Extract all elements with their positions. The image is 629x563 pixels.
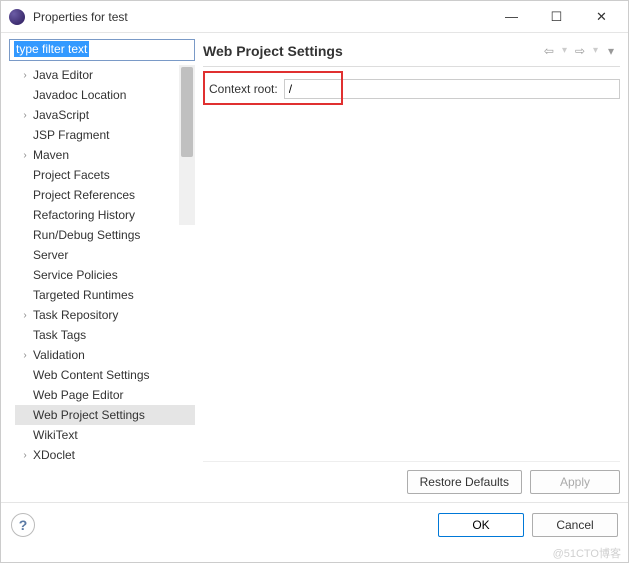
tree-item[interactable]: Service Policies <box>15 265 195 285</box>
tree-item-label: WikiText <box>33 428 78 442</box>
bottom-bar: ? OK Cancel <box>1 502 628 546</box>
form-area: Context root: <box>203 67 620 461</box>
tree-item[interactable]: JSP Fragment <box>15 125 195 145</box>
tree-item[interactable]: Refactoring History <box>15 205 195 225</box>
window-title: Properties for test <box>33 10 489 24</box>
tree-item-label: Server <box>33 248 68 262</box>
tree-item-label: Task Tags <box>33 328 86 342</box>
tree-item-label: Run/Debug Settings <box>33 228 140 242</box>
tree-item-label: Javadoc Location <box>33 88 126 102</box>
page-title: Web Project Settings <box>203 43 540 59</box>
close-button[interactable]: ✕ <box>579 2 624 32</box>
page-header: Web Project Settings ⇦ ▾ ⇨ ▾ ▾ <box>203 39 620 67</box>
tree-item-label: Refactoring History <box>33 208 135 222</box>
tree-item-label: Service Policies <box>33 268 118 282</box>
watermark: @51CTO博客 <box>553 545 621 561</box>
nav-icons: ⇦ ▾ ⇨ ▾ ▾ <box>540 42 620 60</box>
tree-item-label: Project References <box>33 188 135 202</box>
chevron-right-icon[interactable]: › <box>19 450 31 461</box>
nav-menu-icon[interactable]: ▾ <box>602 42 620 60</box>
app-icon <box>9 9 25 25</box>
ok-button[interactable]: OK <box>438 513 524 537</box>
tree-item-label: Targeted Runtimes <box>33 288 134 302</box>
content-area: type filter text ›Java EditorJavadoc Loc… <box>1 33 628 502</box>
context-root-input[interactable] <box>284 79 620 99</box>
tree-item[interactable]: ›Task Repository <box>15 305 195 325</box>
tree-container: ›Java EditorJavadoc Location›JavaScriptJ… <box>9 65 195 502</box>
right-pane: Web Project Settings ⇦ ▾ ⇨ ▾ ▾ Context r… <box>203 39 620 502</box>
left-pane: type filter text ›Java EditorJavadoc Loc… <box>9 39 195 502</box>
tree-item-label: Java Editor <box>33 68 93 82</box>
apply-button[interactable]: Apply <box>530 470 620 494</box>
tree-item[interactable]: Javadoc Location <box>15 85 195 105</box>
category-tree[interactable]: ›Java EditorJavadoc Location›JavaScriptJ… <box>9 65 195 502</box>
tree-item[interactable]: Targeted Runtimes <box>15 285 195 305</box>
nav-sep: ▾ <box>562 45 567 56</box>
tree-item[interactable]: Project References <box>15 185 195 205</box>
tree-item-label: Maven <box>33 148 69 162</box>
tree-item[interactable]: Web Content Settings <box>15 365 195 385</box>
tree-item-label: Validation <box>33 348 85 362</box>
filter-text: type filter text <box>14 41 89 57</box>
context-root-label: Context root: <box>209 82 278 96</box>
page-buttons: Restore Defaults Apply <box>203 461 620 502</box>
tree-item[interactable]: Run/Debug Settings <box>15 225 195 245</box>
window-controls: — ☐ ✕ <box>489 2 624 32</box>
tree-item[interactable]: ›Validation <box>15 345 195 365</box>
tree-item[interactable]: Server <box>15 245 195 265</box>
tree-item-label: JSP Fragment <box>33 128 109 142</box>
scrollbar[interactable] <box>179 65 195 225</box>
chevron-right-icon[interactable]: › <box>19 350 31 361</box>
titlebar: Properties for test — ☐ ✕ <box>1 1 628 33</box>
tree-item[interactable]: Project Facets <box>15 165 195 185</box>
tree-item[interactable]: ›Java Editor <box>15 65 195 85</box>
filter-input[interactable]: type filter text <box>9 39 195 61</box>
tree-item-label: Task Repository <box>33 308 118 322</box>
nav-forward-icon[interactable]: ⇨ <box>571 42 589 60</box>
minimize-button[interactable]: — <box>489 2 534 32</box>
tree-item-label: Web Page Editor <box>33 388 124 402</box>
cancel-button[interactable]: Cancel <box>532 513 618 537</box>
chevron-right-icon[interactable]: › <box>19 70 31 81</box>
chevron-right-icon[interactable]: › <box>19 110 31 121</box>
tree-item[interactable]: ›JavaScript <box>15 105 195 125</box>
tree-item-label: JavaScript <box>33 108 89 122</box>
tree-item[interactable]: ›Maven <box>15 145 195 165</box>
tree-item[interactable]: WikiText <box>15 425 195 445</box>
tree-item-label: Web Project Settings <box>33 408 145 422</box>
tree-item-label: Web Content Settings <box>33 368 150 382</box>
nav-sep2: ▾ <box>593 45 598 56</box>
tree-item[interactable]: Task Tags <box>15 325 195 345</box>
context-root-row: Context root: <box>203 75 620 103</box>
chevron-right-icon[interactable]: › <box>19 150 31 161</box>
scrollbar-thumb[interactable] <box>181 67 193 157</box>
tree-item-label: XDoclet <box>33 448 75 462</box>
nav-back-icon[interactable]: ⇦ <box>540 42 558 60</box>
tree-item[interactable]: Web Page Editor <box>15 385 195 405</box>
help-icon[interactable]: ? <box>11 513 35 537</box>
tree-item[interactable]: ›XDoclet <box>15 445 195 465</box>
chevron-right-icon[interactable]: › <box>19 310 31 321</box>
tree-item[interactable]: Web Project Settings <box>15 405 195 425</box>
tree-item-label: Project Facets <box>33 168 110 182</box>
restore-defaults-button[interactable]: Restore Defaults <box>407 470 522 494</box>
maximize-button[interactable]: ☐ <box>534 2 579 32</box>
